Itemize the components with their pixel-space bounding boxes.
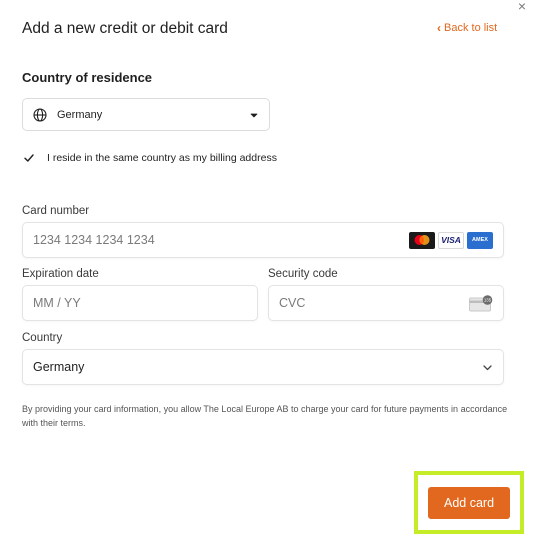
cvc-badge-text: 135 xyxy=(484,297,492,302)
same-billing-checkbox-row[interactable]: I reside in the same country as my billi… xyxy=(22,151,277,164)
dialog-title: Add a new credit or debit card xyxy=(22,20,228,37)
security-code-label: Security code xyxy=(268,268,338,280)
chevron-left-icon: ‹ xyxy=(437,20,441,35)
residence-country-value: Germany xyxy=(57,108,103,121)
expiration-label: Expiration date xyxy=(22,268,99,280)
expiration-input[interactable] xyxy=(33,296,247,310)
close-button[interactable]: × xyxy=(512,0,532,14)
cvc-card-icon: 135 xyxy=(469,294,493,312)
country-label: Country xyxy=(22,332,63,344)
terms-text: By providing your card information, you … xyxy=(22,404,508,428)
card-number-label: Card number xyxy=(22,205,90,217)
back-to-list-label: Back to list xyxy=(444,22,498,34)
checkmark-icon[interactable] xyxy=(22,151,35,164)
billing-country-select[interactable]: Germany xyxy=(22,349,504,385)
caret-down-icon xyxy=(249,110,259,120)
card-brands: VISA AMEX xyxy=(409,231,493,249)
card-number-input[interactable] xyxy=(33,233,409,247)
billing-country-value: Germany xyxy=(33,360,85,374)
expiration-field[interactable] xyxy=(22,285,258,321)
residence-heading: Country of residence xyxy=(22,70,153,85)
amex-icon: AMEX xyxy=(467,231,493,249)
same-billing-label: I reside in the same country as my billi… xyxy=(47,151,277,164)
visa-icon: VISA xyxy=(438,231,464,249)
globe-icon xyxy=(33,107,47,122)
residence-country-select[interactable]: Germany xyxy=(22,98,270,131)
add-card-button[interactable]: Add card xyxy=(428,487,510,519)
back-to-list-link[interactable]: ‹ Back to list xyxy=(437,20,498,35)
card-number-field[interactable]: VISA AMEX xyxy=(22,222,504,258)
security-code-input[interactable] xyxy=(279,296,469,310)
mastercard-icon xyxy=(409,231,435,249)
chevron-down-icon xyxy=(482,362,493,373)
security-code-field[interactable]: 135 xyxy=(268,285,504,321)
